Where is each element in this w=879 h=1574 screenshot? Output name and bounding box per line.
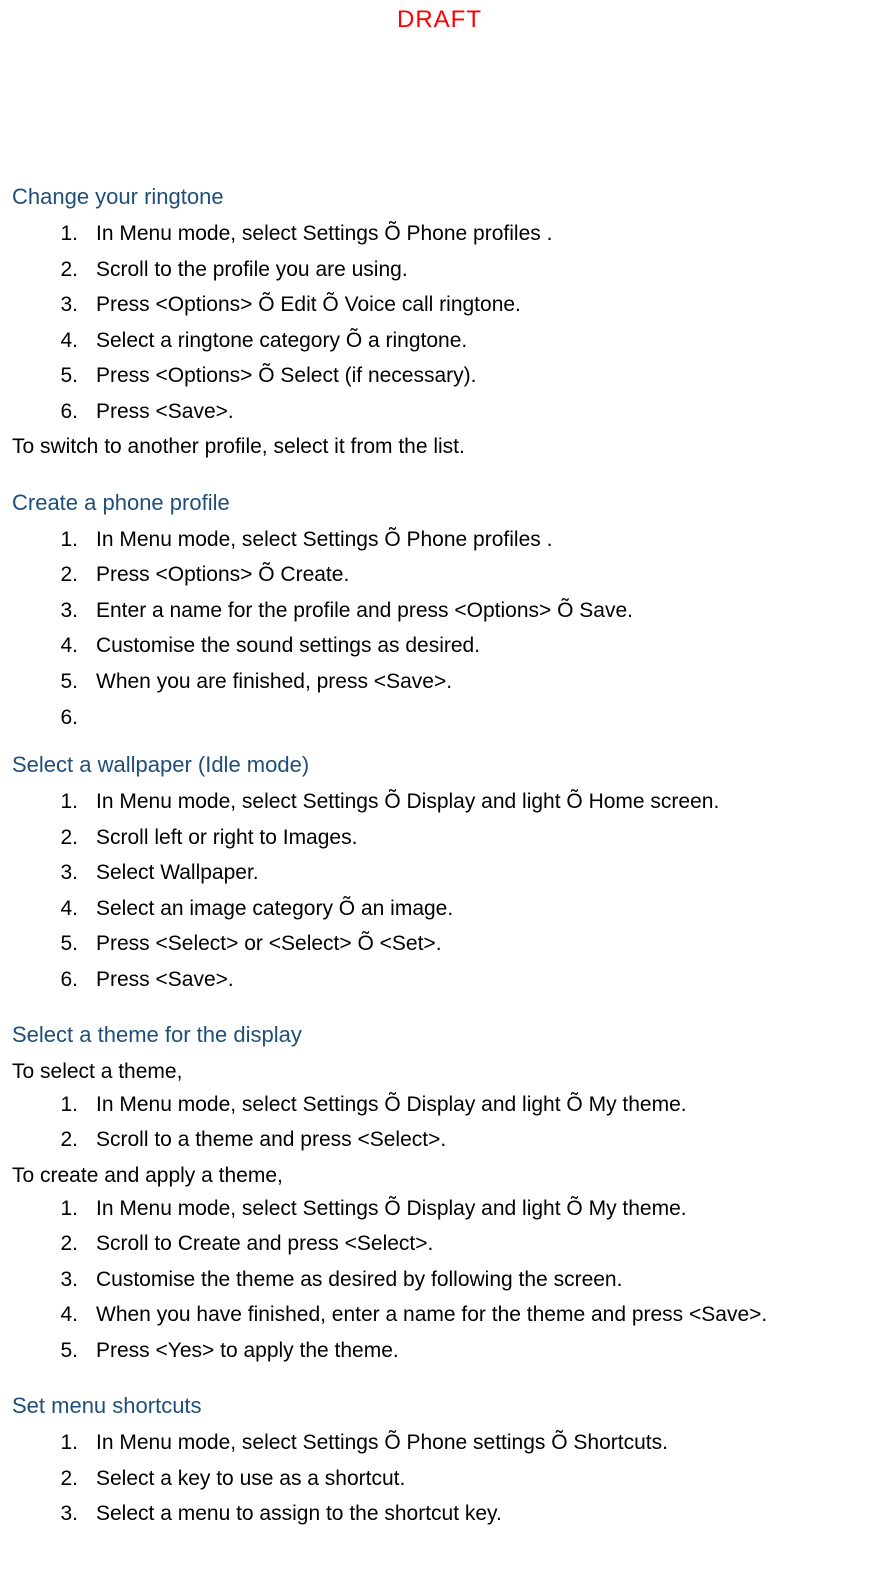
list-item-text: Customise the sound settings as desired.	[96, 634, 480, 657]
list-item-text: Press <Select> or <Select> Õ <Set>.	[96, 932, 442, 955]
list-create-profile: 1.In Menu mode, select Settings Õ Phone …	[12, 524, 867, 734]
list-item-text: Press <Options> Õ Create.	[96, 563, 349, 586]
list-item: 5.Press <Yes> to apply the theme.	[12, 1335, 867, 1368]
list-item-text: Enter a name for the profile and press <…	[96, 599, 633, 622]
list-item: 2.Select a key to use as a shortcut.	[12, 1463, 867, 1496]
list-item: 5.When you are finished, press <Save>.	[12, 666, 867, 699]
list-item-text: Press <Save>.	[96, 400, 234, 423]
list-item-text: Scroll to Create and press <Select>.	[96, 1232, 433, 1255]
list-item-text: Press <Options> Õ Edit Õ Voice call ring…	[96, 293, 521, 316]
list-item-text: When you are finished, press <Save>.	[96, 670, 452, 693]
heading-select-theme: Select a theme for the display	[12, 1022, 867, 1048]
list-item: 6.	[12, 702, 867, 735]
list-item: 3.Select a menu to assign to the shortcu…	[12, 1498, 867, 1531]
list-item: 3.Select Wallpaper.	[12, 857, 867, 890]
list-item: 2.Scroll to Create and press <Select>.	[12, 1228, 867, 1261]
list-item-text: Press <Save>.	[96, 968, 234, 991]
list-item: 1.In Menu mode, select Settings Õ Displa…	[12, 1089, 867, 1122]
heading-select-wallpaper: Select a wallpaper (Idle mode)	[12, 752, 867, 778]
list-item-text: In Menu mode, select Settings Õ Phone pr…	[96, 528, 552, 551]
list-item-text: Press <Yes> to apply the theme.	[96, 1339, 399, 1362]
list-item-text: Select a key to use as a shortcut.	[96, 1467, 405, 1490]
list-item: 1.In Menu mode, select Settings Õ Phone …	[12, 524, 867, 557]
list-item: 4.Select an image category Õ an image.	[12, 893, 867, 926]
list-select-theme-b: 1.In Menu mode, select Settings Õ Displa…	[12, 1193, 867, 1368]
list-item-text: In Menu mode, select Settings Õ Display …	[96, 1093, 687, 1116]
list-change-ringtone: 1.In Menu mode, select Settings Õ Phone …	[12, 218, 867, 428]
list-item: 3.Press <Options> Õ Edit Õ Voice call ri…	[12, 289, 867, 322]
list-item-text: When you have finished, enter a name for…	[96, 1303, 767, 1326]
list-select-theme-a: 1.In Menu mode, select Settings Õ Displa…	[12, 1089, 867, 1157]
list-item: 1.In Menu mode, select Settings Õ Phone …	[12, 1427, 867, 1460]
heading-change-ringtone: Change your ringtone	[12, 184, 867, 210]
list-item: 4.Customise the sound settings as desire…	[12, 630, 867, 663]
document-body: Change your ringtone 1.In Menu mode, sel…	[0, 34, 879, 1574]
list-item: 2.Scroll left or right to Images.	[12, 822, 867, 855]
paragraph-select-theme-intro-a: To select a theme,	[12, 1056, 867, 1089]
draft-watermark: DRAFT	[0, 0, 879, 34]
list-item-text: Customise the theme as desired by follow…	[96, 1268, 622, 1291]
list-item-text: Scroll left or right to Images.	[96, 826, 357, 849]
list-item: 2.Scroll to the profile you are using.	[12, 254, 867, 287]
list-item-text: Scroll to the profile you are using.	[96, 258, 408, 281]
list-item-text: In Menu mode, select Settings Õ Display …	[96, 790, 719, 813]
list-item-text: Select an image category Õ an image.	[96, 897, 453, 920]
list-item: 1.In Menu mode, select Settings Õ Phone …	[12, 218, 867, 251]
heading-set-shortcuts: Set menu shortcuts	[12, 1393, 867, 1419]
list-item: 1.In Menu mode, select Settings Õ Displa…	[12, 1193, 867, 1226]
list-item: 2.Scroll to a theme and press <Select>.	[12, 1124, 867, 1157]
list-item: 6.Press <Save>.	[12, 396, 867, 429]
paragraph-switch-profile: To switch to another profile, select it …	[12, 431, 867, 464]
list-select-wallpaper: 1.In Menu mode, select Settings Õ Displa…	[12, 786, 867, 996]
paragraph-select-theme-intro-b: To create and apply a theme,	[12, 1160, 867, 1193]
list-item-text: Scroll to a theme and press <Select>.	[96, 1128, 446, 1151]
list-item-text: In Menu mode, select Settings Õ Phone se…	[96, 1431, 668, 1454]
list-item-text: Press <Options> Õ Select (if necessary).	[96, 364, 476, 387]
heading-create-profile: Create a phone profile	[12, 490, 867, 516]
list-item-text: Select a ringtone category Õ a ringtone.	[96, 329, 467, 352]
list-item: 3.Customise the theme as desired by foll…	[12, 1264, 867, 1297]
list-item: 5.Press <Options> Õ Select (if necessary…	[12, 360, 867, 393]
list-item-text: Select a menu to assign to the shortcut …	[96, 1502, 502, 1525]
list-item: 4.When you have finished, enter a name f…	[12, 1299, 867, 1332]
list-item: 6.Press <Save>.	[12, 964, 867, 997]
list-set-shortcuts: 1.In Menu mode, select Settings Õ Phone …	[12, 1427, 867, 1531]
list-item: 2.Press <Options> Õ Create.	[12, 559, 867, 592]
list-item: 1.In Menu mode, select Settings Õ Displa…	[12, 786, 867, 819]
list-item-text: Select Wallpaper.	[96, 861, 259, 884]
list-item-text: In Menu mode, select Settings Õ Display …	[96, 1197, 687, 1220]
list-item: 4.Select a ringtone category Õ a rington…	[12, 325, 867, 358]
list-item: 3.Enter a name for the profile and press…	[12, 595, 867, 628]
list-item: 5.Press <Select> or <Select> Õ <Set>.	[12, 928, 867, 961]
list-item-text: In Menu mode, select Settings Õ Phone pr…	[96, 222, 552, 245]
